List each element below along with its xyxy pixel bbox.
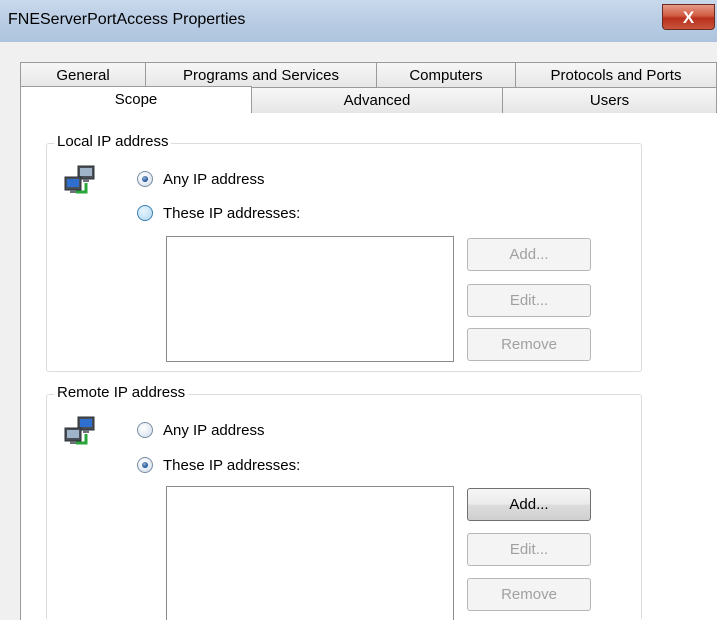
remote-these-ip-radio[interactable] [137, 457, 153, 473]
local-ip-legend: Local IP address [54, 133, 172, 150]
window-title: FNEServerPortAccess Properties [8, 11, 246, 28]
local-ip-list[interactable] [166, 236, 454, 362]
local-any-ip-radio[interactable] [137, 171, 153, 187]
tab-advanced[interactable]: Advanced [251, 87, 503, 113]
local-add-button[interactable]: Add... [467, 238, 591, 271]
remote-edit-button[interactable]: Edit... [467, 533, 591, 566]
tab-scope[interactable]: Scope [20, 86, 252, 113]
tab-computers[interactable]: Computers [376, 62, 516, 88]
remote-these-ip-label: These IP addresses: [163, 457, 301, 474]
remote-ip-legend: Remote IP address [54, 384, 189, 401]
network-computers-icon [64, 416, 95, 445]
local-these-ip-radio[interactable] [137, 205, 153, 221]
tab-protocols-and-ports[interactable]: Protocols and Ports [515, 62, 717, 88]
title-bar: FNEServerPortAccess Properties X [0, 0, 717, 43]
local-remove-button[interactable]: Remove [467, 328, 591, 361]
local-any-ip-label: Any IP address [163, 171, 265, 188]
remote-remove-button[interactable]: Remove [467, 578, 591, 611]
network-computers-icon [64, 165, 95, 194]
local-edit-button[interactable]: Edit... [467, 284, 591, 317]
remote-add-button[interactable]: Add... [467, 488, 591, 521]
dialog-body: General Programs and Services Computers … [0, 42, 717, 620]
tab-users[interactable]: Users [502, 87, 717, 113]
tab-general[interactable]: General [20, 62, 146, 88]
close-button[interactable]: X [662, 4, 715, 30]
local-these-ip-label: These IP addresses: [163, 205, 301, 222]
remote-any-ip-radio[interactable] [137, 422, 153, 438]
tab-programs-and-services[interactable]: Programs and Services [145, 62, 377, 88]
remote-ip-list[interactable] [166, 486, 454, 620]
remote-any-ip-label: Any IP address [163, 422, 265, 439]
